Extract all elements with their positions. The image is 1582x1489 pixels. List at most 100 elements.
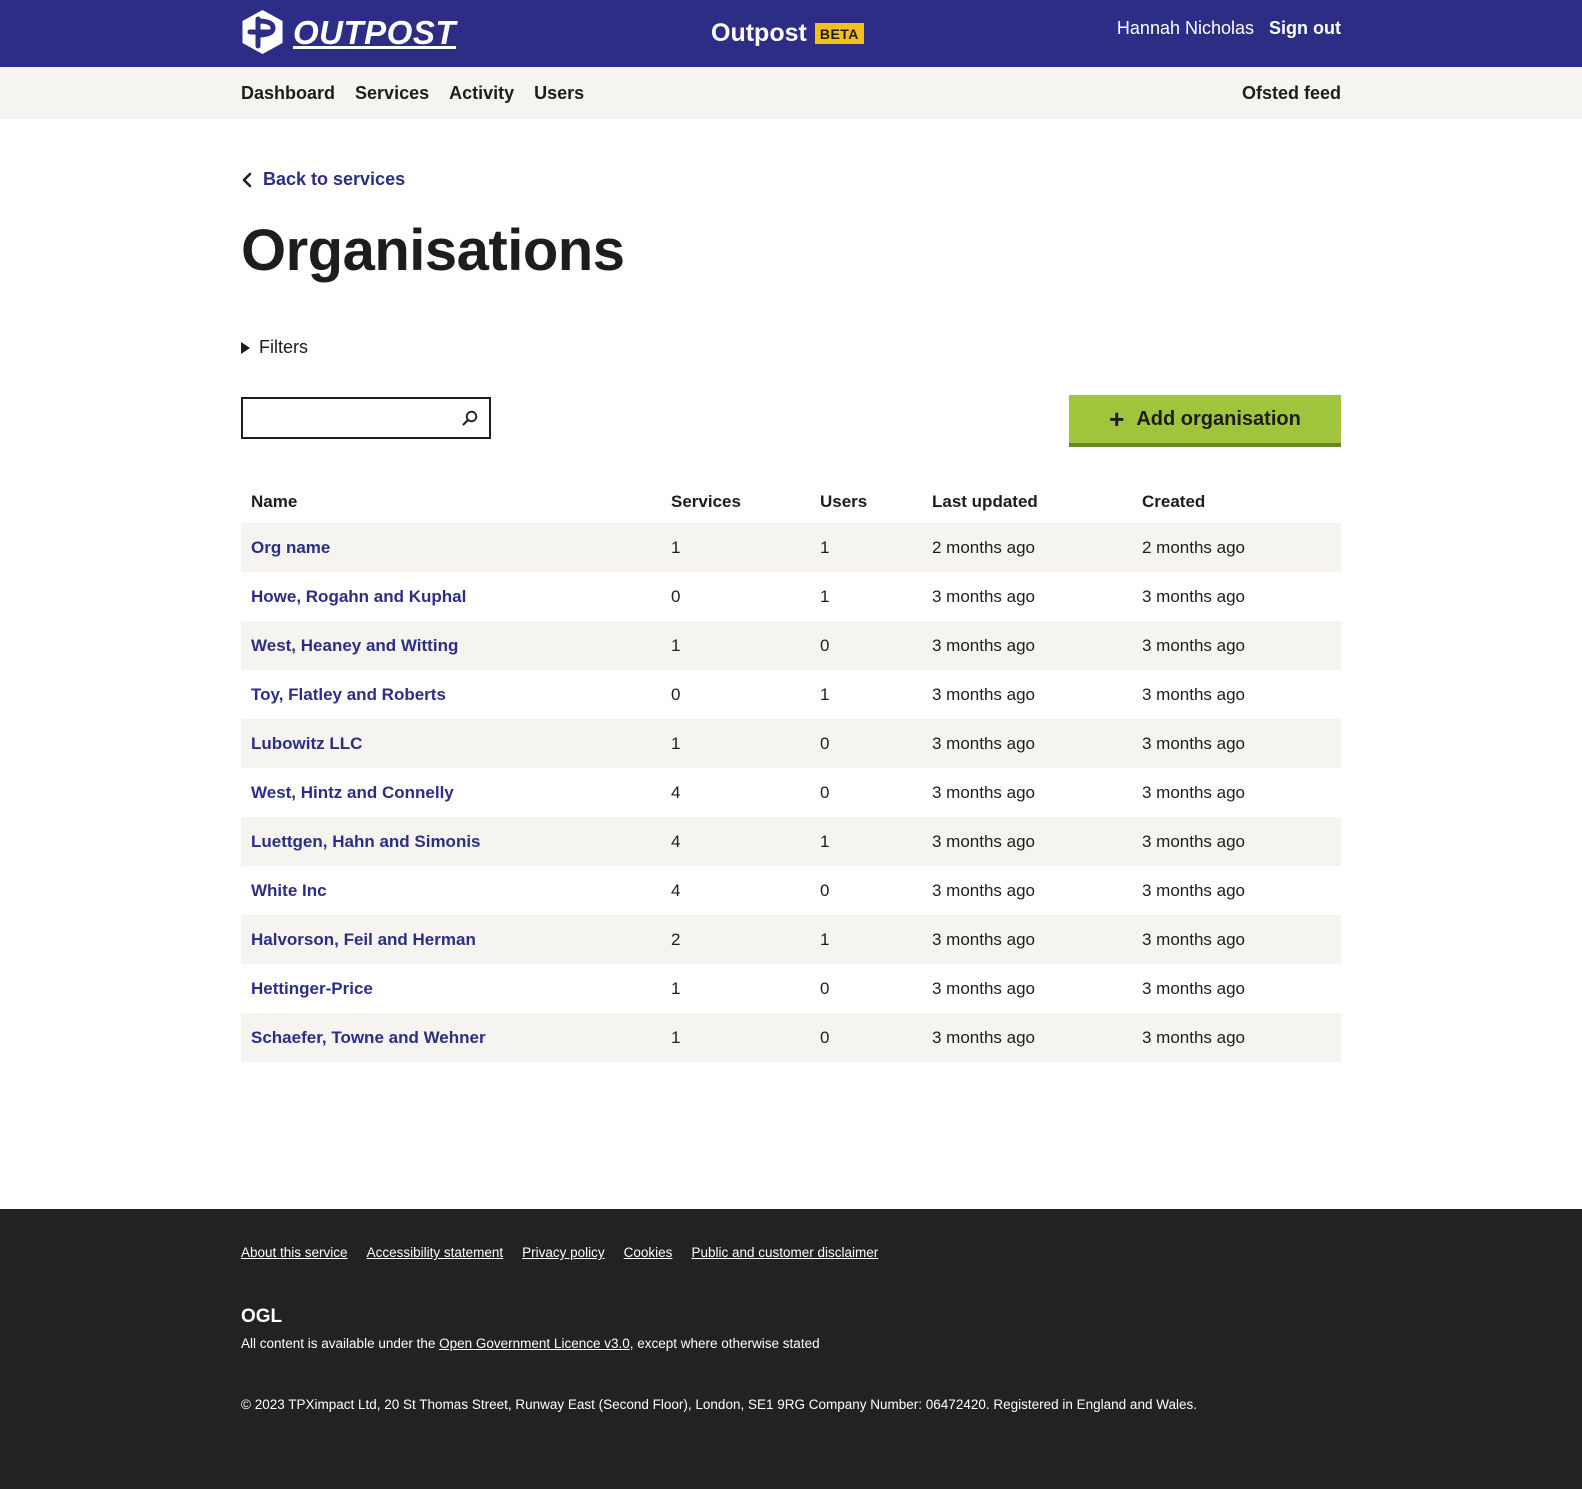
licence-link[interactable]: Open Government Licence v3.0 <box>439 1336 630 1351</box>
service-name: Outpost BETA <box>711 19 864 48</box>
users-count: 1 <box>820 586 830 606</box>
footer-links: About this service Accessibility stateme… <box>241 1245 897 1260</box>
users-count: 0 <box>820 978 830 998</box>
search-box <box>241 397 491 439</box>
services-count: 1 <box>671 978 681 998</box>
filters-toggle[interactable]: Filters <box>241 337 308 358</box>
services-count: 1 <box>671 733 681 753</box>
table-row: West, Hintz and Connelly 4 0 3 months ag… <box>241 768 1341 817</box>
nav-item-ofsted-feed[interactable]: Ofsted feed <box>1242 83 1341 104</box>
nav-item-users[interactable]: Users <box>534 83 584 104</box>
last-updated: 3 months ago <box>932 929 1036 949</box>
created: 3 months ago <box>1142 831 1246 851</box>
plus-icon: + <box>1109 404 1125 434</box>
org-name-link[interactable]: Lubowitz LLC <box>251 734 362 753</box>
org-name-link[interactable]: White Inc <box>251 881 327 900</box>
logo-text: OUTPOST <box>293 13 457 51</box>
created: 3 months ago <box>1142 684 1246 704</box>
created: 3 months ago <box>1142 782 1246 802</box>
org-name-link[interactable]: Halvorson, Feil and Herman <box>251 930 476 949</box>
licence-text: All content is available under the Open … <box>241 1336 820 1351</box>
services-count: 4 <box>671 831 681 851</box>
column-header-services: Services <box>671 492 741 511</box>
users-count: 1 <box>820 929 830 949</box>
footer-link-cookies[interactable]: Cookies <box>624 1245 673 1260</box>
nav-item-services[interactable]: Services <box>355 83 429 104</box>
footer-link-privacy[interactable]: Privacy policy <box>522 1245 605 1260</box>
column-header-created: Created <box>1142 492 1206 511</box>
table-row: Halvorson, Feil and Herman 2 1 3 months … <box>241 915 1341 964</box>
created: 3 months ago <box>1142 978 1246 998</box>
table-header-row: Name Services Users Last updated Created <box>241 481 1341 523</box>
primary-nav: Dashboard Services Activity Users Ofsted… <box>0 67 1582 119</box>
created: 2 months ago <box>1142 537 1246 557</box>
org-name-link[interactable]: Toy, Flatley and Roberts <box>251 685 446 704</box>
column-header-users: Users <box>820 492 868 511</box>
column-header-last-updated: Last updated <box>932 492 1038 511</box>
org-name-link[interactable]: West, Heaney and Witting <box>251 636 458 655</box>
ogl-logo-text: OGL <box>241 1306 283 1325</box>
licence-prefix: All content is available under the <box>241 1336 440 1351</box>
beta-badge: BETA <box>814 23 864 44</box>
table-row: Org name 1 1 2 months ago 2 months ago <box>241 523 1341 572</box>
last-updated: 3 months ago <box>932 635 1036 655</box>
created: 3 months ago <box>1142 733 1246 753</box>
users-count: 0 <box>820 782 830 802</box>
services-count: 1 <box>671 537 681 557</box>
table-row: Luettgen, Hahn and Simonis 4 1 3 months … <box>241 817 1341 866</box>
created: 3 months ago <box>1142 880 1246 900</box>
table-row: West, Heaney and Witting 1 0 3 months ag… <box>241 621 1341 670</box>
last-updated: 3 months ago <box>932 978 1036 998</box>
header-inner: OUTPOST Outpost BETA Hannah Nicholas Sig… <box>241 0 1341 67</box>
users-count: 0 <box>820 635 830 655</box>
org-name-link[interactable]: Schaefer, Towne and Wehner <box>251 1028 486 1047</box>
licence-suffix: , except where otherwise stated <box>629 1336 820 1351</box>
last-updated: 3 months ago <box>932 586 1036 606</box>
last-updated: 3 months ago <box>932 880 1036 900</box>
services-count: 1 <box>671 1027 681 1047</box>
org-name-link[interactable]: West, Hintz and Connelly <box>251 783 454 802</box>
triangle-right-icon <box>241 341 250 354</box>
created: 3 months ago <box>1142 929 1246 949</box>
org-name-link[interactable]: Hettinger-Price <box>251 979 373 998</box>
table-row: Schaefer, Towne and Wehner 1 0 3 months … <box>241 1013 1341 1062</box>
footer-link-accessibility[interactable]: Accessibility statement <box>367 1245 504 1260</box>
search-icon[interactable] <box>461 409 479 427</box>
search-input[interactable] <box>249 400 454 436</box>
sign-out-link[interactable]: Sign out <box>1269 18 1341 39</box>
users-count: 1 <box>820 684 830 704</box>
footer-inner: About this service Accessibility stateme… <box>241 1209 1341 1489</box>
org-name-link[interactable]: Howe, Rogahn and Kuphal <box>251 587 466 606</box>
back-to-services-link[interactable]: Back to services <box>241 169 405 190</box>
created: 3 months ago <box>1142 586 1246 606</box>
services-count: 4 <box>671 782 681 802</box>
org-name-link[interactable]: Luettgen, Hahn and Simonis <box>251 832 481 851</box>
site-footer: About this service Accessibility stateme… <box>0 1209 1582 1489</box>
home-logo-link[interactable]: OUTPOST <box>241 9 456 55</box>
table-row: Toy, Flatley and Roberts 0 1 3 months ag… <box>241 670 1341 719</box>
user-area: Hannah Nicholas Sign out <box>1117 18 1341 39</box>
last-updated: 3 months ago <box>932 684 1036 704</box>
users-count: 1 <box>820 537 830 557</box>
created: 3 months ago <box>1142 635 1246 655</box>
page-title: Organisations <box>241 218 625 283</box>
last-updated: 2 months ago <box>932 537 1036 557</box>
users-count: 1 <box>820 831 830 851</box>
copyright-text: © 2023 TPXimpact Ltd, 20 St Thomas Stree… <box>241 1397 1197 1412</box>
nav-item-dashboard[interactable]: Dashboard <box>241 83 335 104</box>
services-count: 0 <box>671 586 681 606</box>
org-name-link[interactable]: Org name <box>251 538 330 557</box>
filters-label: Filters <box>259 337 308 357</box>
footer-link-about[interactable]: About this service <box>241 1245 348 1260</box>
table-row: Lubowitz LLC 1 0 3 months ago 3 months a… <box>241 719 1341 768</box>
footer-link-disclaimer[interactable]: Public and customer disclaimer <box>691 1245 878 1260</box>
last-updated: 3 months ago <box>932 782 1036 802</box>
add-organisation-button[interactable]: + Add organisation <box>1069 395 1341 447</box>
nav-item-activity[interactable]: Activity <box>449 83 514 104</box>
services-count: 0 <box>671 684 681 704</box>
services-count: 4 <box>671 880 681 900</box>
table-row: White Inc 4 0 3 months ago 3 months ago <box>241 866 1341 915</box>
users-count: 0 <box>820 733 830 753</box>
column-header-name: Name <box>251 492 298 511</box>
chevron-left-icon <box>242 172 252 187</box>
